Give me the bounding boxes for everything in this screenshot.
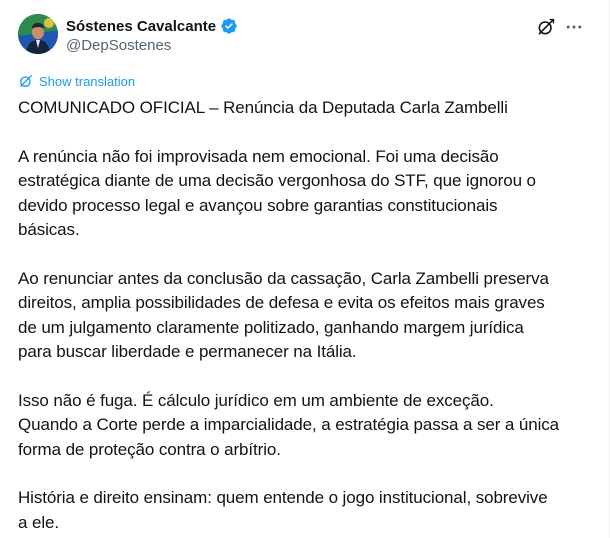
post-paragraph: História e direito ensinam: quem entende… (18, 486, 593, 535)
post-paragraph: Ao renunciar antes da conclusão da cassa… (18, 267, 593, 365)
post-line: Ao renunciar antes da conclusão da cassa… (18, 268, 549, 288)
author-display-name[interactable]: Sóstenes Cavalcante (66, 18, 216, 35)
grok-icon (538, 18, 555, 35)
post-line: História e direito ensinam: quem entende… (18, 488, 548, 507)
show-translation-link[interactable]: Show translation (18, 72, 135, 90)
post-line: A renúncia não foi improvisada nem emoci… (18, 146, 499, 166)
post-line: de um julgamento claramente politizado, … (18, 317, 524, 337)
more-options-button[interactable] (563, 16, 585, 38)
avatar-image (18, 14, 58, 54)
post-line: Isso não é fuga. É cálculo jurídico em u… (18, 390, 494, 410)
post-line: estratégica diante de uma decisão vergon… (18, 171, 536, 190)
post-line: para buscar liberdade e permanecer na It… (18, 342, 357, 361)
post-paragraph: A renúncia não foi improvisada nem emoci… (18, 145, 593, 243)
author-handle[interactable]: @DepSostenes (66, 37, 171, 54)
post-line: direitos, amplia possibilidades de defes… (18, 293, 545, 312)
grok-button[interactable] (535, 16, 557, 38)
verified-badge-icon (220, 17, 238, 35)
post-line: básicas. (18, 220, 80, 239)
show-translation-label[interactable]: Show translation (39, 74, 135, 89)
more-icon (566, 25, 582, 29)
post-paragraph: Isso não é fuga. É cálculo jurídico em u… (18, 389, 593, 463)
post-line: devido processo legal e avançou sobre ga… (18, 195, 498, 215)
tweet-card: Sóstenes Cavalcante @DepSostenes Show tr… (0, 0, 610, 538)
tweet-text: COMUNICADO OFICIAL – Renúncia da Deputad… (18, 96, 593, 535)
post-line: a ele. (18, 512, 59, 532)
post-title: COMUNICADO OFICIAL – Renúncia da Deputad… (18, 98, 508, 117)
avatar[interactable] (18, 14, 58, 54)
grok-translate-icon (20, 75, 32, 87)
author-name-row: Sóstenes Cavalcante (66, 16, 238, 36)
post-line: forma de proteção contra o arbítrio. (18, 439, 281, 459)
post-line: Quando a Corte perde a imparcialidade, a… (18, 415, 560, 434)
